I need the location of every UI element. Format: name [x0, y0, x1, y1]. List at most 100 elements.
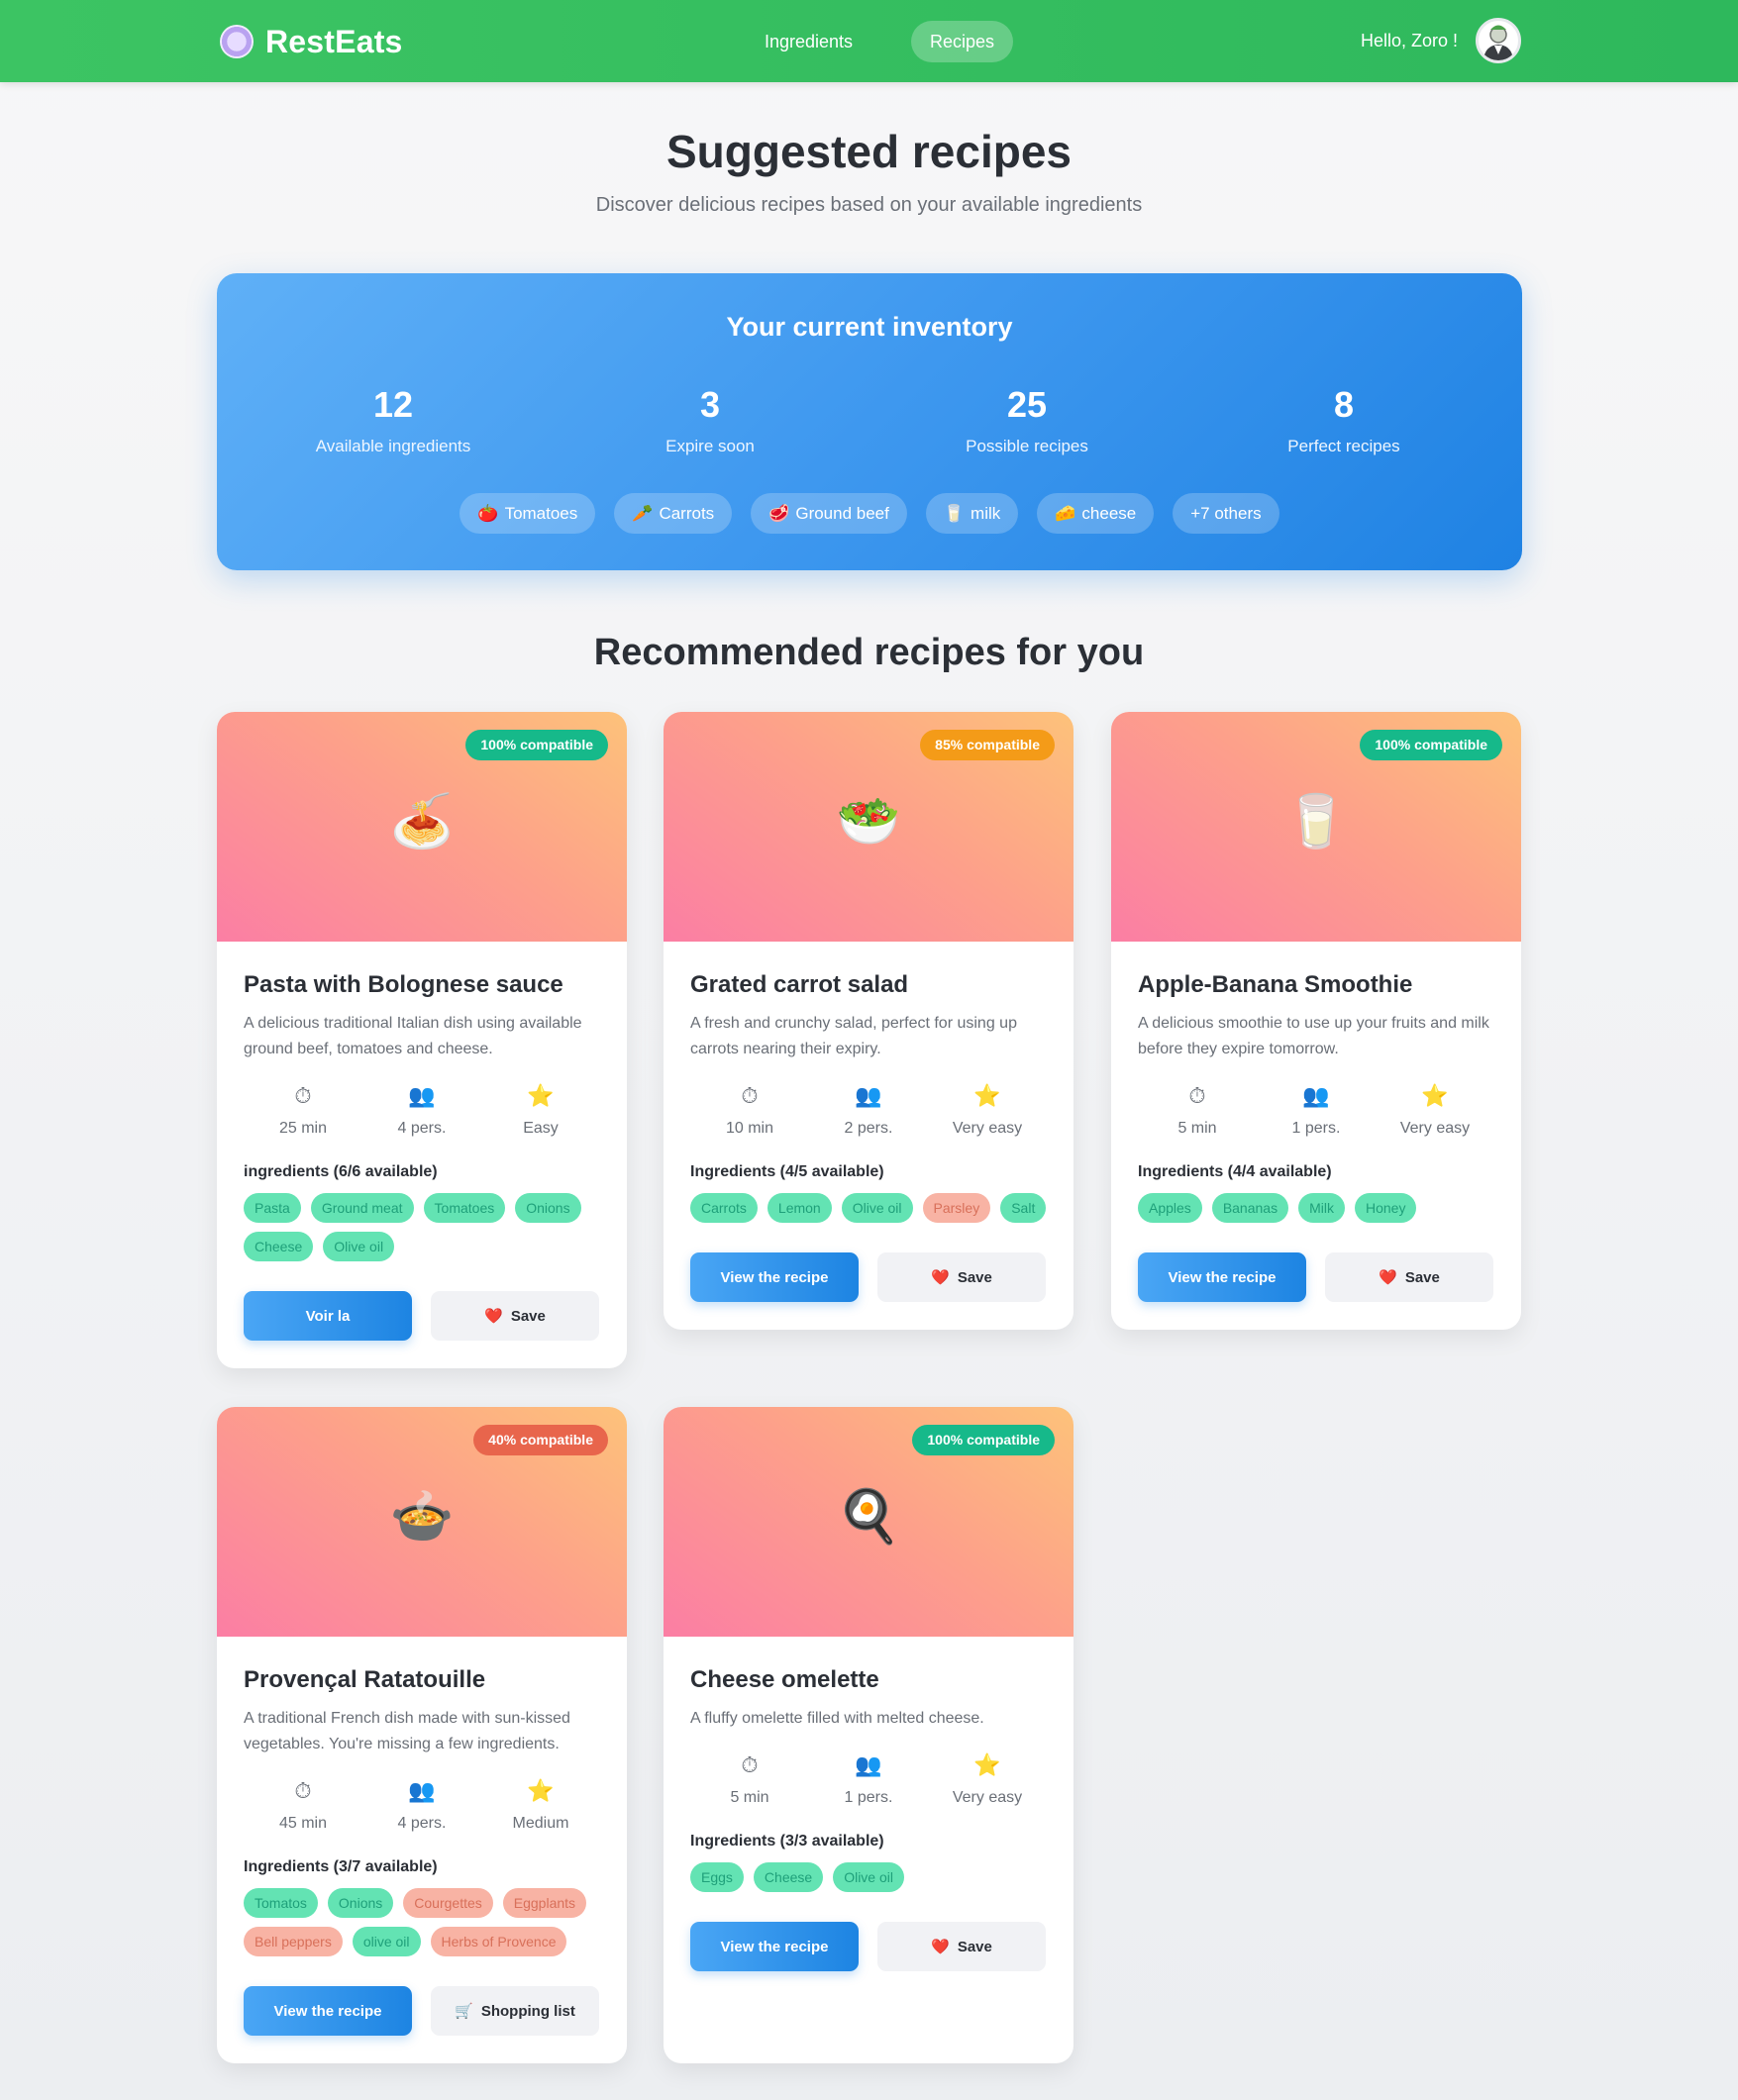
ingredient-tag-available[interactable]: Tomatoes	[423, 1193, 506, 1223]
save-button[interactable]: ❤️ Save	[877, 1922, 1046, 1971]
inventory-chip[interactable]: 🍅 Tomatoes	[460, 493, 596, 534]
recipe-meta: ⏱ 45 min 👥 4 pers. ⭐ Medium	[244, 1777, 600, 1833]
compatibility-badge: 100% compatible	[465, 730, 608, 760]
recipe-description: A traditional French dish made with sun-…	[244, 1710, 570, 1752]
ingredient-tag-available[interactable]: Eggs	[690, 1862, 744, 1892]
inventory-panel: Your current inventory 12 Available ingr…	[217, 273, 1522, 570]
stat-expire-soon: 3 Expire soon	[552, 387, 869, 456]
view-recipe-button[interactable]: View the recipe	[1138, 1252, 1306, 1302]
ingredient-tag-available[interactable]: Lemon	[767, 1193, 832, 1223]
ingredient-tag-available[interactable]: Ground meat	[310, 1193, 414, 1223]
ingredient-tag-missing[interactable]: Parsley	[922, 1193, 991, 1223]
ingredient-tag-available[interactable]: olive oil	[352, 1927, 421, 1956]
carrot-icon: 🥕	[632, 504, 654, 523]
page-title: Suggested recipes	[665, 126, 1073, 177]
ingredient-tag-available[interactable]: Honey	[1354, 1193, 1417, 1223]
user-greeting: Hello, Zoro !	[1360, 31, 1458, 50]
star-icon: ⭐	[973, 1083, 1001, 1108]
recipe-servings: 4 pers.	[397, 1120, 447, 1137]
ingredient-tag-available[interactable]: Olive oil	[841, 1193, 913, 1223]
stat-value: 12	[372, 384, 414, 425]
chip-label: milk	[971, 504, 1001, 523]
ingredient-tag-missing[interactable]: Bell peppers	[244, 1927, 343, 1956]
ingredient-tag-missing[interactable]: Eggplants	[502, 1888, 587, 1918]
view-recipe-button[interactable]: View the recipe	[244, 1986, 412, 2036]
recipe-hero: 100% compatible 🍝	[217, 712, 627, 942]
ingredient-tag-available[interactable]: Olive oil	[323, 1232, 395, 1261]
ingredient-tag-available[interactable]: Apples	[1138, 1193, 1202, 1223]
recipe-meta: ⏱ 5 min 👥 1 pers. ⭐ Very easy	[1138, 1082, 1494, 1138]
ingredient-tag-available[interactable]: Cheese	[244, 1232, 314, 1261]
recipe-card: 40% compatible 🍲 Provençal Ratatouille A…	[217, 1407, 627, 2063]
chip-label: Carrots	[659, 504, 715, 523]
recipe-time: 5 min	[1177, 1120, 1217, 1137]
ingredient-tag-missing[interactable]: Herbs of Provence	[430, 1927, 567, 1956]
ingredient-tag-available[interactable]: Milk	[1298, 1193, 1345, 1223]
people-icon: 👥	[855, 1083, 882, 1108]
view-recipe-button[interactable]: View the recipe	[690, 1252, 859, 1302]
chip-label: cheese	[1081, 504, 1137, 523]
ingredient-tag-available[interactable]: Onions	[515, 1193, 581, 1223]
recipe-servings: 4 pers.	[397, 1815, 447, 1832]
plate-icon	[220, 25, 254, 58]
recipe-difficulty: Very easy	[952, 1789, 1023, 1806]
recipe-title: Provençal Ratatouille	[244, 1666, 486, 1693]
save-label: Save	[957, 1938, 992, 1955]
ingredients-title: Ingredients (4/5 available)	[690, 1163, 884, 1180]
save-button[interactable]: ❤️ Save	[431, 1291, 599, 1341]
recipe-time: 45 min	[278, 1815, 328, 1832]
save-button[interactable]: ❤️ Save	[1325, 1252, 1493, 1302]
recipe-title: Apple-Banana Smoothie	[1138, 971, 1413, 998]
shopping-list-button[interactable]: 🛒 Shopping list	[431, 1986, 599, 2036]
frying-pan-icon: 🍳	[836, 1488, 901, 1546]
ingredient-tag-available[interactable]: Bananas	[1211, 1193, 1289, 1223]
more-ingredients-chip[interactable]: +7 others	[1173, 493, 1279, 534]
recipe-description: A fluffy omelette filled with melted che…	[690, 1710, 984, 1727]
stat-value: 25	[1006, 384, 1048, 425]
recipe-card: 100% compatible 🍝 Pasta with Bolognese s…	[217, 712, 627, 1368]
recipe-meta: ⏱ 10 min 👥 2 pers. ⭐ Very easy	[690, 1082, 1047, 1138]
ingredient-tag-available[interactable]: Onions	[327, 1888, 394, 1918]
recipe-difficulty: Easy	[523, 1120, 559, 1137]
recipe-card: 100% compatible 🍳 Cheese omelette A fluf…	[664, 1407, 1073, 2063]
meat-icon: 🥩	[768, 504, 790, 523]
recipe-card: 85% compatible 🥗 Grated carrot salad A f…	[664, 712, 1073, 1330]
view-recipe-button[interactable]: View the recipe	[690, 1922, 859, 1971]
ingredient-tag-available[interactable]: Cheese	[753, 1862, 824, 1892]
stat-perfect-recipes: 8 Perfect recipes	[1185, 387, 1502, 456]
star-icon: ⭐	[1421, 1083, 1449, 1108]
recipe-title: Grated carrot salad	[690, 971, 909, 998]
ingredient-tags: Eggs Cheese Olive oil	[690, 1862, 1047, 1892]
ingredient-tag-available[interactable]: Carrots	[690, 1193, 758, 1223]
nav-link-ingredients[interactable]: Ingredients	[746, 21, 871, 62]
stew-pot-icon: 🍲	[389, 1488, 455, 1546]
top-navbar: RestEats Ingredients Recipes Hello, Zoro…	[0, 0, 1738, 82]
save-button[interactable]: ❤️ Save	[877, 1252, 1046, 1302]
stopwatch-icon: ⏱	[1188, 1083, 1206, 1108]
ingredient-tag-available[interactable]: Olive oil	[833, 1862, 904, 1892]
recipe-difficulty: Medium	[512, 1815, 569, 1832]
brand-logo[interactable]: RestEats	[220, 22, 403, 61]
ingredient-tag-missing[interactable]: Courgettes	[403, 1888, 493, 1918]
recipe-title: Cheese omelette	[690, 1666, 879, 1693]
view-recipe-button[interactable]: Voir la	[244, 1291, 412, 1341]
avatar-icon[interactable]	[1476, 18, 1521, 63]
inventory-chips: 🍅 Tomatoes 🥕 Carrots 🥩 Ground beef 🥛 milk 🧀 c…	[217, 493, 1522, 534]
ingredient-tag-available[interactable]: Tomatos	[244, 1888, 318, 1918]
inventory-chip[interactable]: 🥛 milk	[925, 493, 1019, 534]
stat-label: Expire soon	[665, 437, 755, 455]
page-subtitle: Discover delicious recipes based on your…	[595, 194, 1143, 216]
recipe-hero: 100% compatible 🍳	[664, 1407, 1073, 1637]
recipe-description: A fresh and crunchy salad, perfect for u…	[690, 1015, 1017, 1057]
inventory-chip[interactable]: 🧀 cheese	[1037, 493, 1155, 534]
milk-icon: 🥛	[943, 504, 966, 523]
recipe-title: Pasta with Bolognese sauce	[244, 971, 563, 998]
ingredients-title: ingredients (6/6 available)	[244, 1163, 438, 1180]
inventory-chip[interactable]: 🥕 Carrots	[614, 493, 733, 534]
ingredient-tag-available[interactable]: Pasta	[244, 1193, 301, 1223]
inventory-chip[interactable]: 🥩 Ground beef	[751, 493, 907, 534]
nav-link-recipes[interactable]: Recipes	[911, 21, 1014, 62]
heart-icon: ❤️	[1379, 1269, 1397, 1286]
chip-label: Tomatoes	[504, 504, 578, 523]
ingredient-tag-available[interactable]: Salt	[1000, 1193, 1047, 1223]
